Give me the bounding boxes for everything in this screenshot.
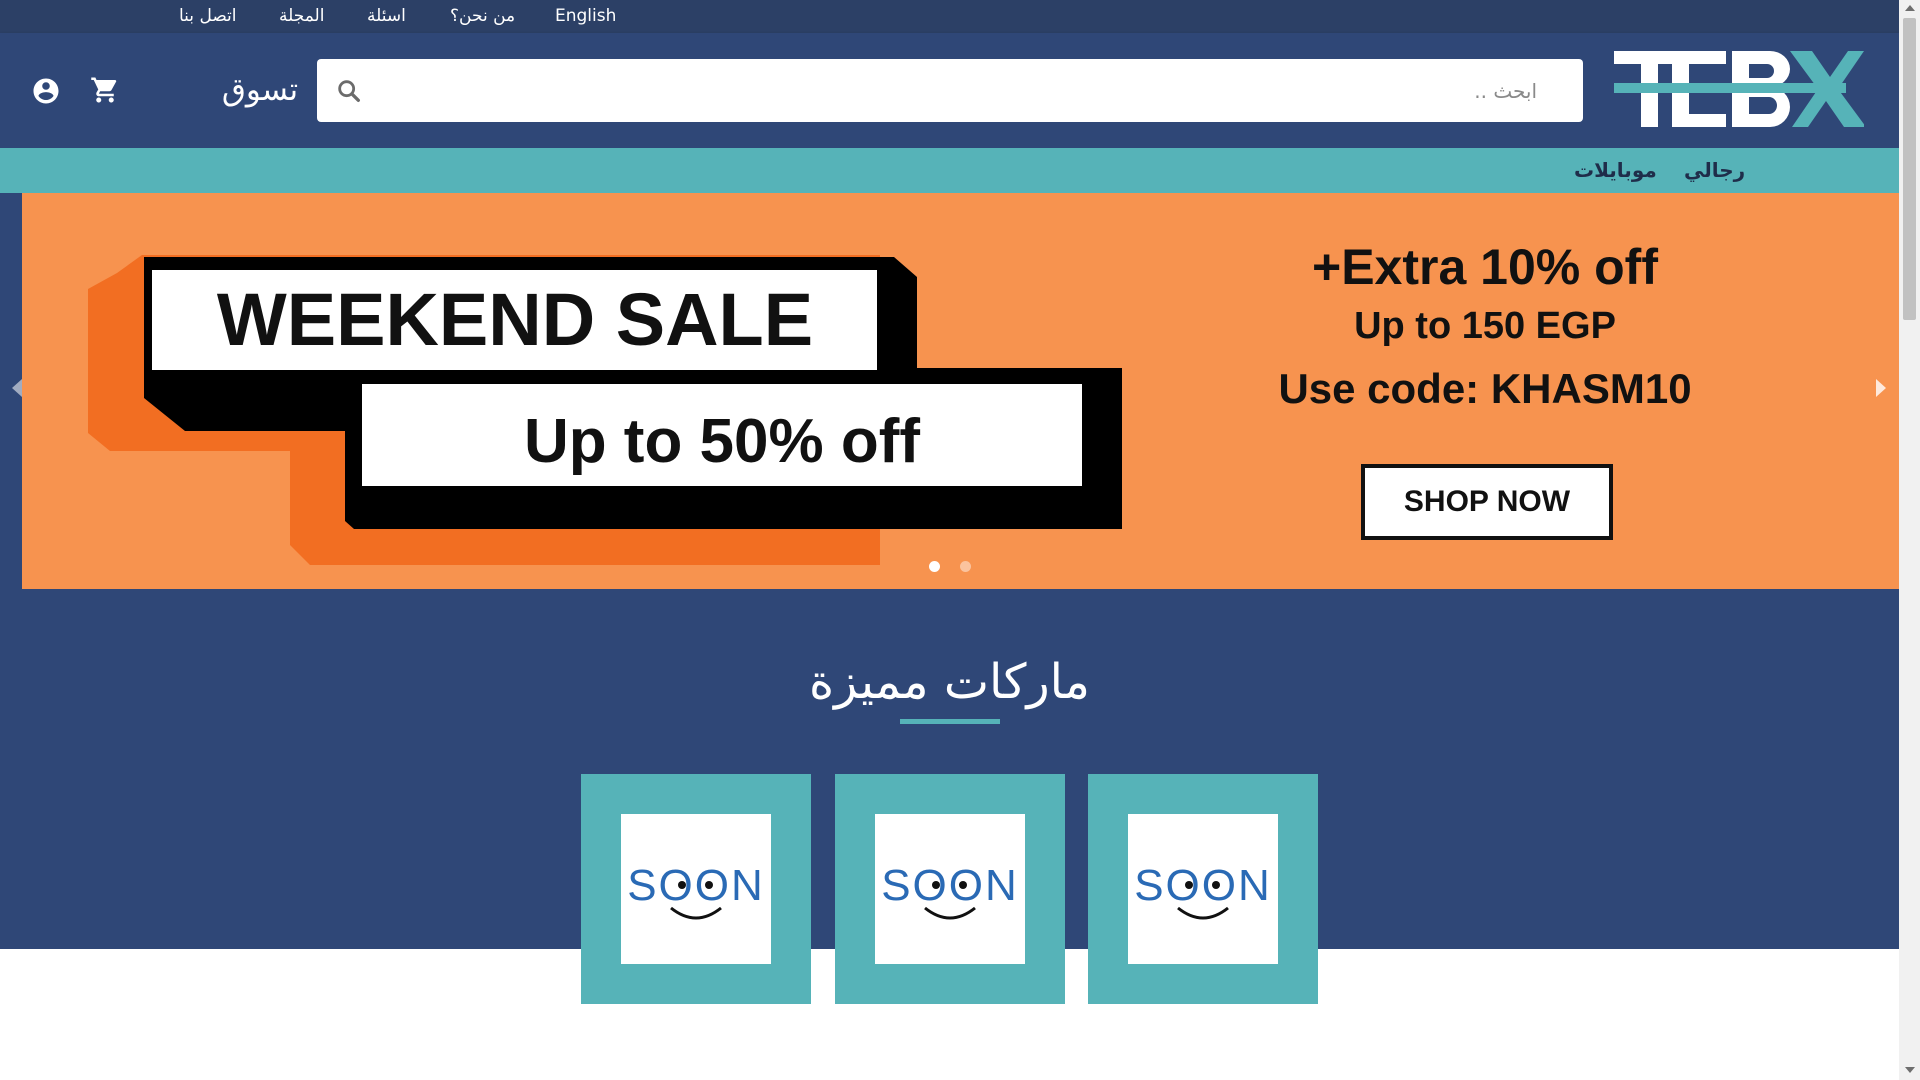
brand-label: SOON bbox=[1134, 861, 1272, 910]
section-title: ماركات مميزة bbox=[808, 654, 1090, 710]
soon-logo: SOON bbox=[1134, 861, 1272, 920]
promo-banner[interactable]: WEEKEND SALE Up to 50% off +Extra 10% of… bbox=[0, 193, 1899, 589]
category-men[interactable]: رجالي bbox=[1684, 148, 1745, 193]
category-bar: رجالي موبايلات bbox=[0, 148, 1899, 193]
shop-now-button[interactable]: SHOP NOW bbox=[1361, 464, 1613, 540]
soon-logo: SOON bbox=[627, 861, 765, 920]
brand-logo-box: SOON bbox=[621, 814, 771, 964]
sale-graphic: WEEKEND SALE Up to 50% off bbox=[88, 255, 1122, 565]
slide-dot-1[interactable] bbox=[929, 561, 940, 572]
top-links: English من نحن؟ اسئلة المجلة اتصل بنا bbox=[0, 0, 1899, 33]
soon-logo: SOON bbox=[881, 861, 1019, 920]
previous-slide-arrow[interactable] bbox=[12, 379, 22, 397]
brand-label: SOON bbox=[881, 861, 1019, 910]
subheadline-text: Up to 50% off bbox=[524, 407, 920, 476]
header: تسوق bbox=[0, 33, 1899, 148]
search-input[interactable] bbox=[377, 59, 1557, 122]
top-bar: English من نحن؟ اسئلة المجلة اتصل بنا bbox=[0, 0, 1899, 33]
discount-cap-text: Up to 150 EGP bbox=[1354, 305, 1616, 347]
account-icon[interactable] bbox=[31, 76, 61, 106]
search-bar bbox=[317, 59, 1583, 122]
magazine-link[interactable]: المجلة bbox=[279, 0, 324, 33]
faq-link[interactable]: اسئلة bbox=[367, 0, 406, 33]
brand-card[interactable]: SOON bbox=[1088, 774, 1318, 1004]
contact-link[interactable]: اتصل بنا bbox=[179, 0, 237, 33]
about-link[interactable]: من نحن؟ bbox=[450, 0, 515, 33]
search-icon[interactable] bbox=[335, 77, 363, 105]
brand-logo-box: SOON bbox=[1128, 814, 1278, 964]
featured-brands-section: ماركات مميزة SOON SOON SOON bbox=[0, 589, 1899, 1004]
scroll-down-arrow[interactable] bbox=[1905, 1067, 1915, 1073]
brand-card[interactable]: SOON bbox=[835, 774, 1065, 1004]
page-scrollbar[interactable] bbox=[1899, 0, 1920, 1080]
promo-code-text: Use code: KHASM10 bbox=[1278, 365, 1692, 412]
cart-icon[interactable] bbox=[90, 75, 120, 105]
language-link[interactable]: English bbox=[555, 0, 616, 33]
brand-logo-box: SOON bbox=[875, 814, 1025, 964]
brand-card[interactable]: SOON bbox=[581, 774, 811, 1004]
scrollbar-thumb[interactable] bbox=[1903, 18, 1916, 320]
next-slide-arrow[interactable] bbox=[1876, 379, 1886, 397]
category-mobiles[interactable]: موبايلات bbox=[1574, 148, 1657, 193]
slide-dot-2[interactable] bbox=[960, 561, 971, 572]
tebx-logo[interactable] bbox=[1614, 47, 1864, 131]
brand-label: SOON bbox=[627, 861, 765, 910]
title-underline bbox=[900, 719, 1000, 724]
shop-label[interactable]: تسوق bbox=[210, 67, 310, 113]
scroll-up-arrow[interactable] bbox=[1905, 5, 1915, 11]
extra-discount-text: +Extra 10% off bbox=[1312, 239, 1658, 295]
headline-text: WEEKEND SALE bbox=[217, 278, 813, 361]
